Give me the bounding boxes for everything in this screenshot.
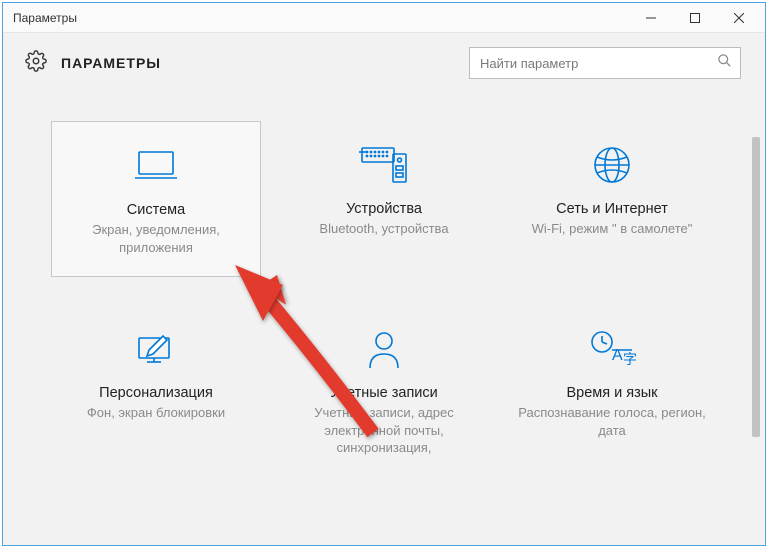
tile-title: Сеть и Интернет	[511, 201, 713, 217]
tile-desc: Учетные записи, адрес электронной почты,…	[283, 404, 485, 457]
window-title: Параметры	[13, 11, 629, 25]
close-button[interactable]	[717, 4, 761, 32]
gear-icon	[25, 50, 47, 77]
window-controls	[629, 4, 761, 32]
page-title: ПАРАМЕТРЫ	[61, 55, 455, 71]
tile-system[interactable]: Система Экран, уведомления, приложения	[51, 121, 261, 277]
accounts-icon	[283, 323, 485, 375]
titlebar: Параметры	[3, 3, 765, 33]
settings-window: Параметры ПАРАМЕТРЫ	[2, 2, 766, 546]
tile-desc: Фон, экран блокировки	[55, 404, 257, 422]
tile-title: Устройства	[283, 201, 485, 217]
vertical-scrollbar[interactable]	[749, 97, 763, 541]
maximize-icon	[690, 13, 700, 23]
tile-network[interactable]: Сеть и Интернет Wi-Fi, режим " в самолет…	[507, 121, 717, 277]
svg-text:字: 字	[623, 351, 637, 367]
time-language-icon: A 字	[511, 323, 713, 375]
tile-title: Время и язык	[511, 385, 713, 401]
tile-title: Персонализация	[55, 385, 257, 401]
close-icon	[734, 13, 744, 23]
search-input[interactable]	[480, 56, 717, 71]
tile-accounts[interactable]: Учетные записи Учетные записи, адрес эле…	[279, 305, 489, 477]
tile-desc: Wi-Fi, режим " в самолете"	[511, 220, 713, 238]
tile-desc: Bluetooth, устройства	[283, 220, 485, 238]
scrollbar-thumb[interactable]	[752, 137, 760, 437]
tile-devices[interactable]: Устройства Bluetooth, устройства	[279, 121, 489, 277]
minimize-button[interactable]	[629, 4, 673, 32]
header: ПАРАМЕТРЫ	[3, 33, 765, 93]
network-icon	[511, 139, 713, 191]
devices-icon	[283, 139, 485, 191]
tile-title: Система	[56, 202, 256, 218]
tile-personalization[interactable]: Персонализация Фон, экран блокировки	[51, 305, 261, 477]
minimize-icon	[646, 13, 656, 23]
content: Система Экран, уведомления, приложения	[3, 93, 765, 545]
tile-desc: Распознавание голоса, регион, дата	[511, 404, 713, 439]
settings-grid: Система Экран, уведомления, приложения	[3, 93, 765, 477]
tile-desc: Экран, уведомления, приложения	[56, 221, 256, 256]
maximize-button[interactable]	[673, 4, 717, 32]
tile-title: Учетные записи	[283, 385, 485, 401]
search-box[interactable]	[469, 47, 741, 79]
system-icon	[56, 140, 256, 192]
tile-time-language[interactable]: A 字 Время и язык Распознавание голоса, р…	[507, 305, 717, 477]
search-icon	[717, 53, 732, 73]
personalization-icon	[55, 323, 257, 375]
